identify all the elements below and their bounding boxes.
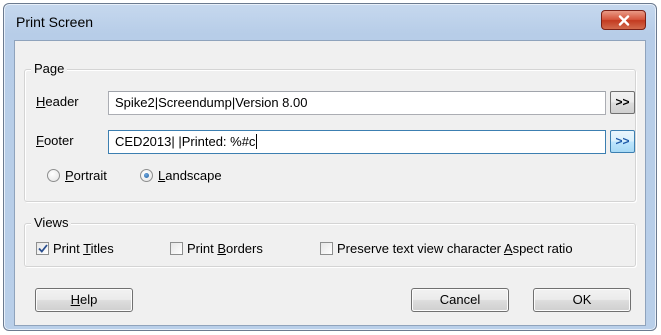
landscape-radio[interactable]: Landscape: [140, 168, 222, 183]
page-group-label: Page: [31, 61, 68, 76]
dialog-window: Print Screen Page Header Spike2|Screendu…: [3, 3, 657, 331]
footer-input[interactable]: CED2013| |Printed: %#c: [108, 130, 606, 154]
print-titles-label: Print Titles: [53, 241, 114, 256]
header-input-value: Spike2|Screendump|Version 8.00: [115, 95, 308, 110]
ok-button[interactable]: OK: [533, 288, 631, 312]
close-button[interactable]: [601, 10, 646, 30]
portrait-radio-label: Portrait: [65, 168, 107, 183]
views-group-label: Views: [31, 215, 72, 230]
preserve-aspect-checkbox[interactable]: Preserve text view character Aspect rati…: [320, 241, 573, 256]
header-insert-button[interactable]: >>: [610, 91, 635, 114]
close-x-icon: [618, 14, 629, 26]
checkmark-icon: [37, 244, 48, 253]
preserve-aspect-checkbox-box: [320, 242, 333, 255]
print-titles-checkbox[interactable]: Print Titles: [36, 241, 114, 256]
header-input[interactable]: Spike2|Screendump|Version 8.00: [108, 91, 606, 115]
portrait-radio-circle: [47, 169, 60, 182]
help-button[interactable]: Help: [35, 288, 133, 312]
footer-insert-button[interactable]: >>: [610, 130, 635, 153]
portrait-radio[interactable]: Portrait: [47, 168, 107, 183]
print-borders-checkbox-box: [170, 242, 183, 255]
landscape-radio-label: Landscape: [158, 168, 222, 183]
landscape-radio-circle: [140, 169, 153, 182]
print-titles-checkbox-box: [36, 242, 49, 255]
header-label: Header: [36, 94, 79, 109]
footer-label: Footer: [36, 133, 74, 148]
preserve-aspect-label: Preserve text view character Aspect rati…: [337, 241, 573, 256]
text-caret: [256, 134, 258, 149]
print-borders-label: Print Borders: [187, 241, 263, 256]
print-borders-checkbox[interactable]: Print Borders: [170, 241, 263, 256]
window-title: Print Screen: [16, 14, 94, 30]
cancel-button[interactable]: Cancel: [411, 288, 509, 312]
title-bar[interactable]: Print Screen: [4, 4, 656, 38]
footer-input-value: CED2013| |Printed: %#c: [115, 134, 256, 149]
dialog-client-area: Page Header Spike2|Screendump|Version 8.…: [14, 40, 646, 326]
